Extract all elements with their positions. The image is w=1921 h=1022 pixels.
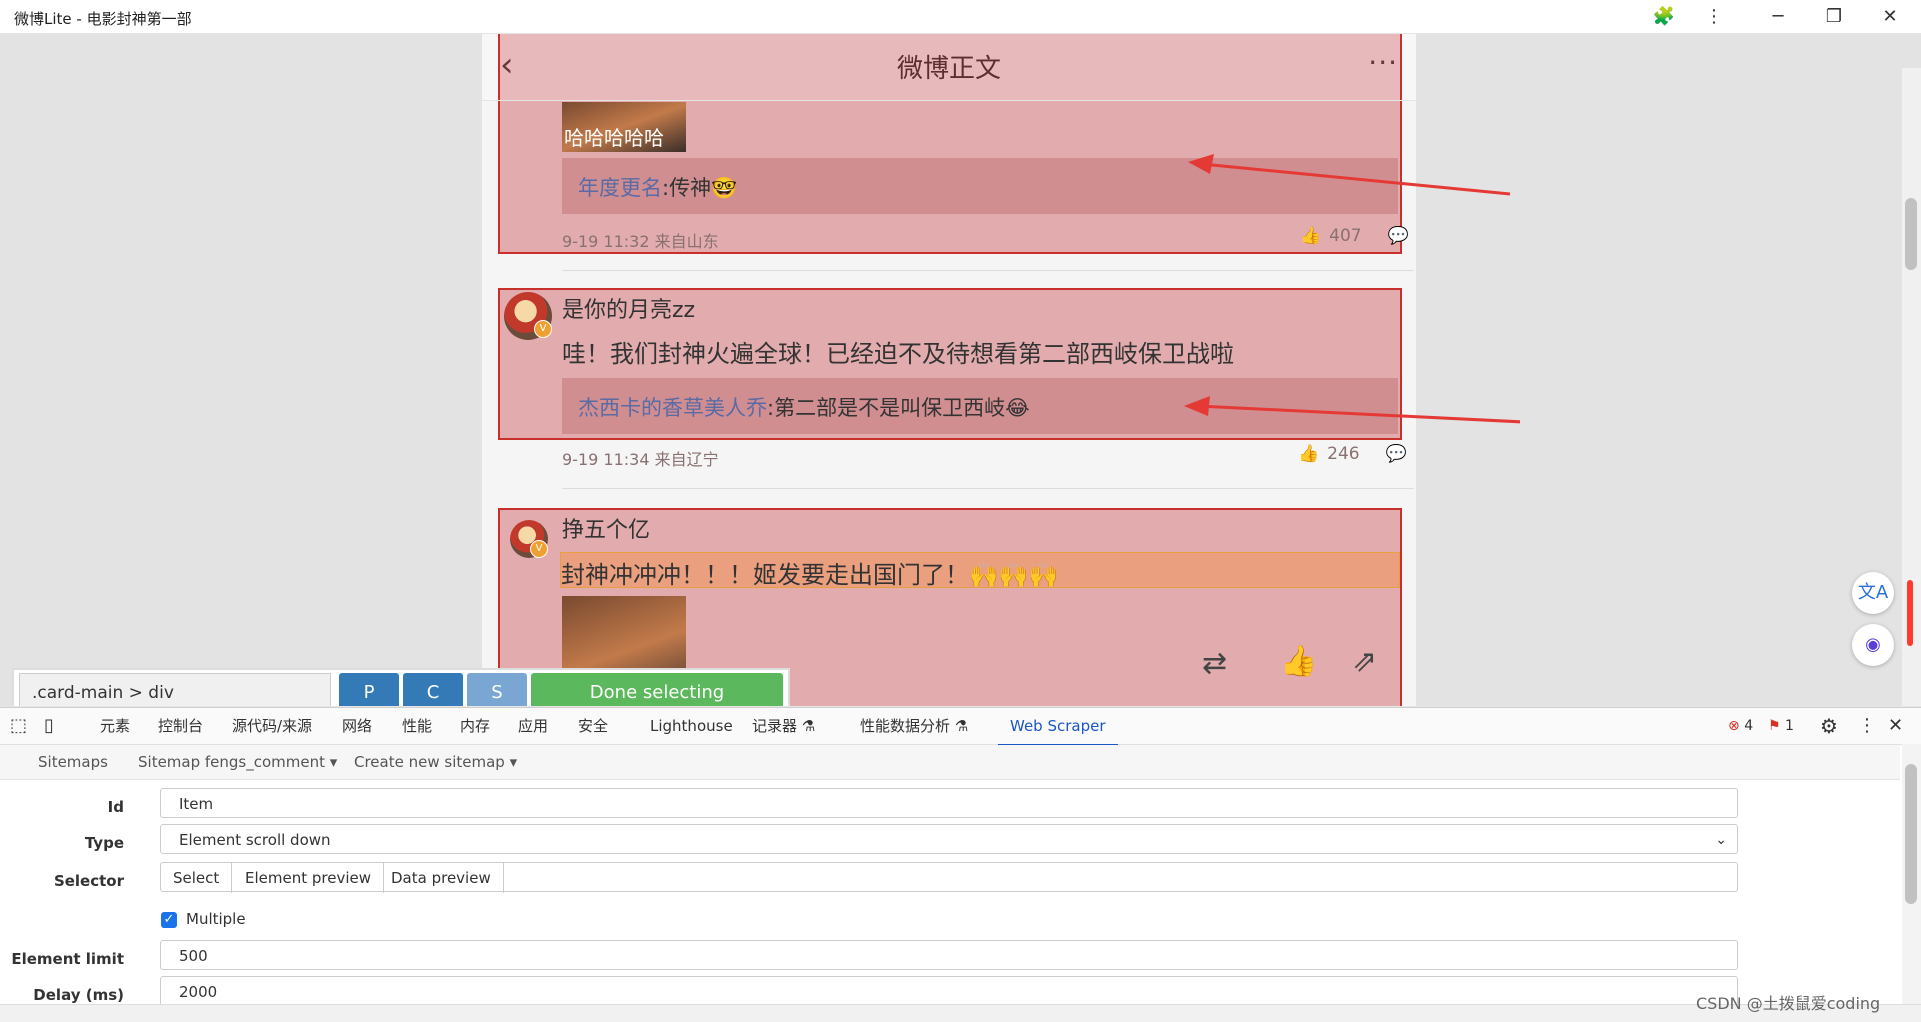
delay-input[interactable]: 2000 bbox=[160, 976, 1738, 1006]
delay-label: Delay (ms) bbox=[33, 986, 124, 1004]
window-title: 微博Lite - 电影封神第一部 bbox=[14, 10, 192, 28]
selector-toolbar: .card-main > div P C S Done selecting bbox=[12, 668, 790, 706]
browser-page: 哈哈哈哈哈 年度更名:传神🤓 9-19 11:32 来自山东 👍 407 💬 V… bbox=[0, 34, 1921, 706]
data-preview-button[interactable]: Data preview bbox=[379, 863, 504, 893]
tab-application[interactable]: 应用 bbox=[518, 708, 548, 744]
scrollbar-thumb[interactable] bbox=[1905, 198, 1917, 270]
devtools-scrollbar-thumb[interactable] bbox=[1905, 764, 1917, 904]
error-icon: ⊗ bbox=[1728, 718, 1740, 734]
tab-performance[interactable]: 性能 bbox=[402, 708, 432, 744]
page-scrollbar[interactable] bbox=[1902, 68, 1921, 706]
tab-memory[interactable]: 内存 bbox=[460, 708, 490, 744]
tab-sources[interactable]: 源代码/来源 bbox=[232, 708, 312, 744]
element-limit-input[interactable]: 500 bbox=[160, 940, 1738, 970]
minimize-icon[interactable]: ─ bbox=[1750, 0, 1806, 33]
type-select-value: Element scroll down bbox=[179, 831, 331, 849]
devtools-scrollbar[interactable] bbox=[1902, 744, 1921, 1022]
tab-lighthouse[interactable]: Lighthouse bbox=[650, 708, 733, 744]
type-select[interactable]: Element scroll down ⌄ bbox=[160, 824, 1738, 854]
multiple-checkbox[interactable]: ✓ bbox=[161, 912, 177, 928]
reply-author[interactable]: 年度更名 bbox=[578, 176, 662, 200]
comment-meta: 9-19 11:32 来自山东 bbox=[562, 232, 719, 251]
done-selecting-button[interactable]: Done selecting bbox=[531, 673, 783, 706]
tab-recorder[interactable]: 记录器 ⚗ bbox=[752, 708, 815, 744]
id-label: Id bbox=[107, 798, 124, 816]
scraper-navbar: Sitemaps Sitemap fengs_comment ▾ Create … bbox=[0, 745, 1900, 780]
translate-icon[interactable]: 文A bbox=[1852, 572, 1894, 614]
error-count-value: 4 bbox=[1744, 718, 1754, 734]
repost-icon[interactable]: ⇄ bbox=[1202, 646, 1227, 681]
sibling-button[interactable]: S bbox=[467, 673, 527, 706]
warning-count-value: 1 bbox=[1785, 718, 1794, 734]
error-count[interactable]: ⊗ 4 bbox=[1728, 708, 1753, 744]
element-limit-label: Element limit bbox=[11, 950, 124, 968]
warning-count[interactable]: ⚑ 1 bbox=[1768, 708, 1794, 744]
inspect-icon[interactable]: ⬚ bbox=[10, 708, 27, 744]
verified-badge-icon: V bbox=[530, 540, 548, 558]
menu-kebab-icon[interactable]: ⋮ bbox=[1686, 0, 1742, 33]
share-icon[interactable]: ⇗ bbox=[1352, 644, 1377, 679]
image-caption: 哈哈哈哈哈 bbox=[564, 126, 664, 150]
scroll-indicator bbox=[1907, 580, 1913, 646]
comment-meta: 9-19 11:34 来自辽宁 bbox=[562, 450, 719, 469]
close-window-icon[interactable]: ✕ bbox=[1862, 0, 1918, 33]
selector-label: Selector bbox=[53, 872, 124, 890]
nav-create-sitemap[interactable]: Create new sitemap ▾ bbox=[354, 753, 517, 771]
comment-text: 封神冲冲冲！！！姬发要走出国门了！🙌🙌🙌 bbox=[561, 561, 1059, 589]
selector-group: Select Element preview Data preview bbox=[160, 862, 1738, 893]
reply-text: :第二部是不是叫保卫西岐😂 bbox=[767, 396, 1030, 420]
chevron-down-icon: ⌄ bbox=[1715, 832, 1727, 848]
like-icon[interactable]: 👍 bbox=[1280, 644, 1317, 679]
element-preview-button[interactable]: Element preview bbox=[233, 863, 384, 893]
tab-performance-insights[interactable]: 性能数据分析 ⚗ bbox=[860, 708, 968, 744]
horizontal-scrollbar[interactable] bbox=[0, 1004, 1921, 1022]
assistant-icon[interactable]: ◉ bbox=[1852, 624, 1894, 666]
settings-gear-icon[interactable]: ⚙ bbox=[1820, 708, 1838, 744]
annotation-arrows bbox=[1184, 154, 1520, 424]
devtools-tabbar: ⬚ ▯ 元素 控制台 源代码/来源 网络 性能 内存 应用 安全 Lightho… bbox=[0, 708, 1921, 746]
tab-web-scraper[interactable]: Web Scraper bbox=[998, 708, 1118, 746]
comment-nickname[interactable]: 是你的月亮zz bbox=[562, 292, 695, 324]
divider bbox=[562, 488, 1414, 489]
tab-security[interactable]: 安全 bbox=[578, 708, 608, 744]
devtools-close-icon[interactable]: ✕ bbox=[1888, 708, 1903, 744]
comment-text: 哇！我们封神火遍全球！已经迫不及待想看第二部西岐保卫战啦 bbox=[562, 340, 1234, 368]
select-button[interactable]: Select bbox=[161, 863, 233, 893]
devtools-panel: ⬚ ▯ 元素 控制台 源代码/来源 网络 性能 内存 应用 安全 Lightho… bbox=[0, 707, 1921, 1022]
parent-button[interactable]: P bbox=[339, 673, 399, 706]
devtools-menu-icon[interactable]: ⋮ bbox=[1858, 708, 1876, 744]
watermark: CSDN @土拨鼠爱coding bbox=[1696, 994, 1881, 1013]
type-label: Type bbox=[84, 834, 124, 852]
header-highlight bbox=[498, 34, 1402, 100]
device-toggle-icon[interactable]: ▯ bbox=[44, 708, 54, 744]
child-button[interactable]: C bbox=[403, 673, 463, 706]
id-input[interactable]: Item bbox=[160, 788, 1738, 818]
reply-author[interactable]: 杰西卡的香草美人乔 bbox=[578, 396, 767, 420]
extensions-icon[interactable]: 🧩 bbox=[1636, 0, 1692, 33]
comment-image[interactable]: 哈哈哈哈哈 bbox=[562, 102, 686, 152]
reply-line: 年度更名:传神🤓 bbox=[578, 172, 737, 202]
selector-display[interactable]: .card-main > div bbox=[19, 673, 331, 706]
nav-sitemap-dropdown[interactable]: Sitemap fengs_comment ▾ bbox=[138, 753, 337, 771]
tab-elements[interactable]: 元素 bbox=[100, 708, 130, 744]
issue-flag-icon: ⚑ bbox=[1768, 718, 1781, 734]
tab-network[interactable]: 网络 bbox=[342, 708, 372, 744]
reply-line: 杰西卡的香草美人乔:第二部是不是叫保卫西岐😂 bbox=[578, 392, 1030, 422]
restore-icon[interactable]: ❐ bbox=[1806, 0, 1862, 33]
verified-badge-icon: V bbox=[534, 320, 552, 338]
nav-sitemaps[interactable]: Sitemaps bbox=[38, 753, 108, 771]
reply-text: :传神🤓 bbox=[662, 176, 738, 200]
comment-nickname[interactable]: 挣五个亿 bbox=[562, 512, 650, 544]
window-titlebar: 微博Lite - 电影封神第一部 🧩 ⋮ ─ ❐ ✕ bbox=[0, 0, 1921, 34]
tab-console[interactable]: 控制台 bbox=[158, 708, 203, 744]
multiple-label: Multiple bbox=[186, 910, 246, 928]
selected-element-highlight[interactable]: 封神冲冲冲！！！姬发要走出国门了！🙌🙌🙌 bbox=[560, 552, 1400, 589]
